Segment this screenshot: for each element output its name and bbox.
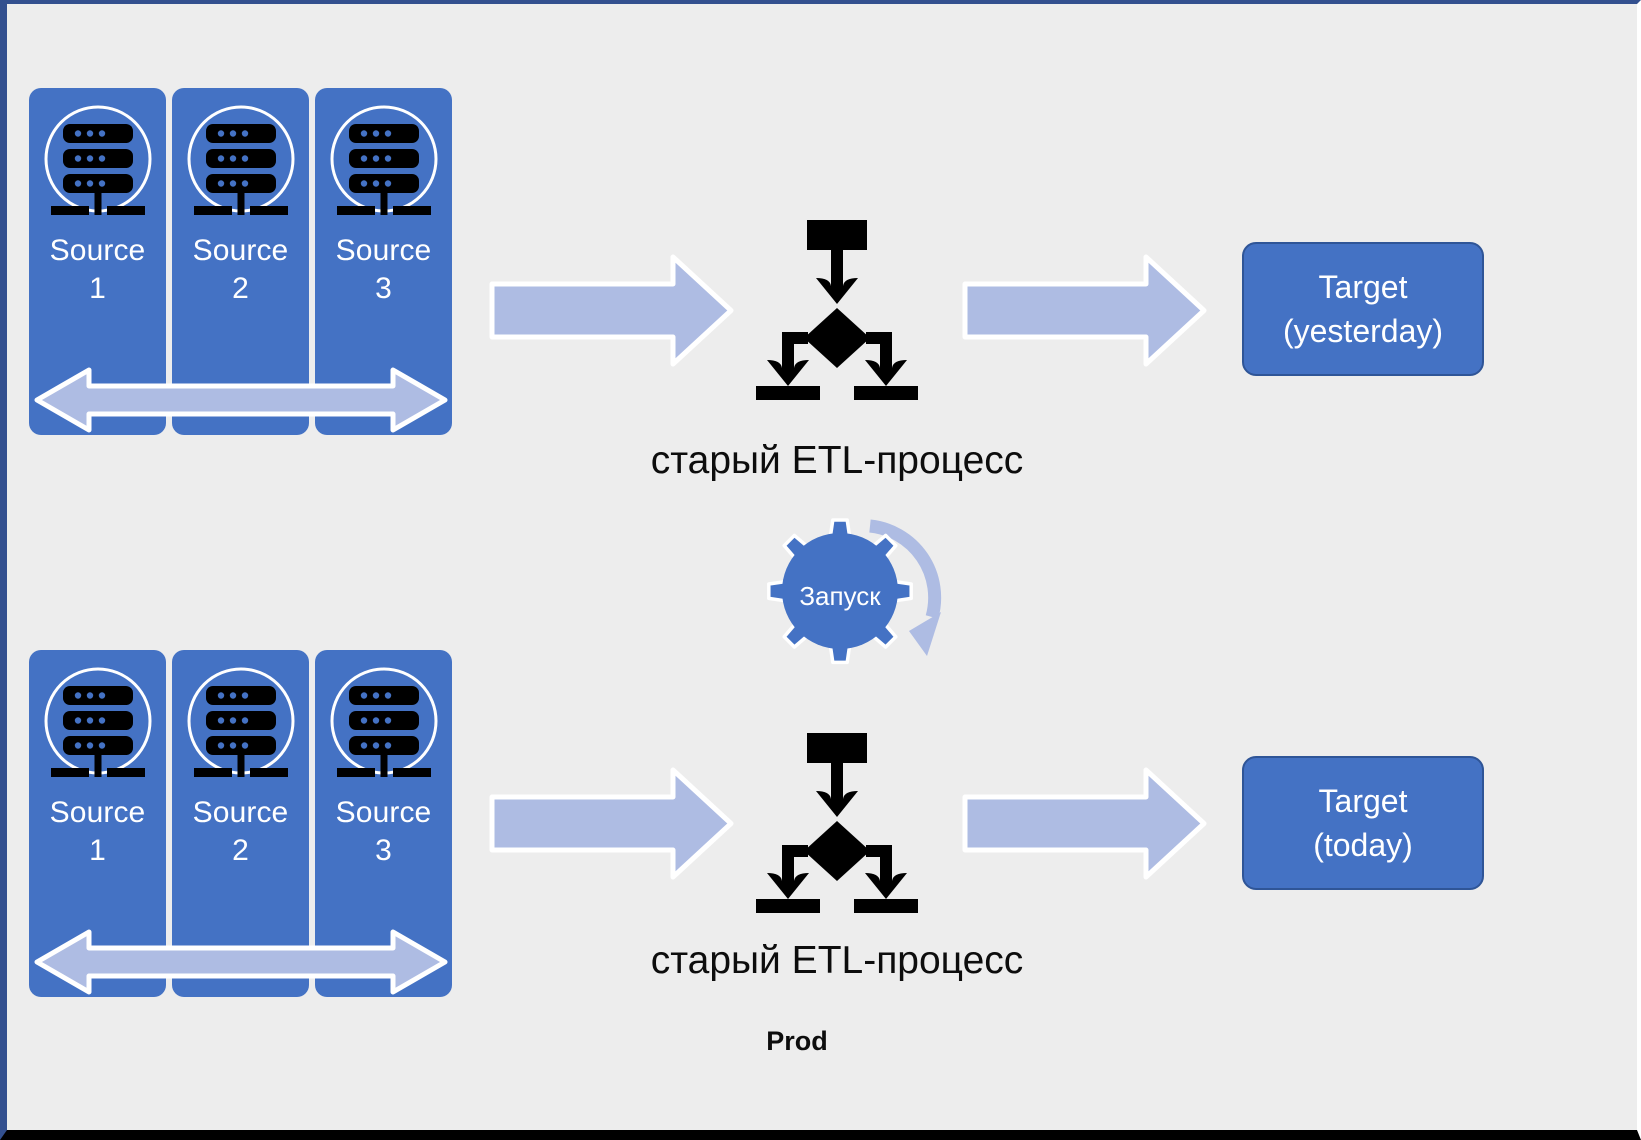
- source-card-label: Source 2: [192, 234, 289, 305]
- flow-arrow-in-yesterday: [489, 253, 734, 368]
- source-card[interactable]: Source 2: [172, 650, 309, 997]
- source-card-label: Source 3: [335, 234, 432, 305]
- server-icon: [184, 664, 298, 778]
- prod-label: Prod: [766, 1026, 828, 1056]
- server-icon: [41, 664, 155, 778]
- target-box-today[interactable]: Target (today): [1242, 756, 1484, 890]
- source-card[interactable]: Source 1: [29, 650, 166, 997]
- slide-canvas: Source 1 Source 2 Source 3 старый ETL-пр…: [0, 0, 1641, 1140]
- source-card[interactable]: Source 1: [29, 88, 166, 435]
- flowchart-icon-today: [752, 733, 922, 913]
- source-card[interactable]: Source 3: [315, 650, 452, 997]
- server-icon: [184, 102, 298, 216]
- source-card[interactable]: Source 2: [172, 88, 309, 435]
- source-card-label: Source 3: [335, 796, 432, 867]
- server-icon: [41, 102, 155, 216]
- process-caption-today: старый ETL-процесс: [650, 939, 1024, 982]
- target-box-yesterday[interactable]: Target (yesterday): [1242, 242, 1484, 376]
- source-card[interactable]: Source 3: [315, 88, 452, 435]
- launch-gear[interactable]: Запуск: [757, 509, 952, 679]
- flowchart-icon-yesterday: [752, 220, 922, 400]
- diagram-stage: Source 1 Source 2 Source 3 старый ETL-пр…: [7, 4, 1637, 1130]
- source-group-today: Source 1 Source 2 Source 3: [29, 650, 452, 997]
- server-icon: [327, 102, 441, 216]
- flow-arrow-in-today: [489, 766, 734, 881]
- source-card-label: Source 2: [192, 796, 289, 867]
- source-card-label: Source 1: [49, 796, 146, 867]
- flow-arrow-out-today: [962, 766, 1207, 881]
- flow-arrow-out-yesterday: [962, 253, 1207, 368]
- server-icon: [327, 664, 441, 778]
- source-group-yesterday: Source 1 Source 2 Source 3: [29, 88, 452, 435]
- process-caption-yesterday: старый ETL-процесс: [650, 439, 1024, 482]
- source-card-label: Source 1: [49, 234, 146, 305]
